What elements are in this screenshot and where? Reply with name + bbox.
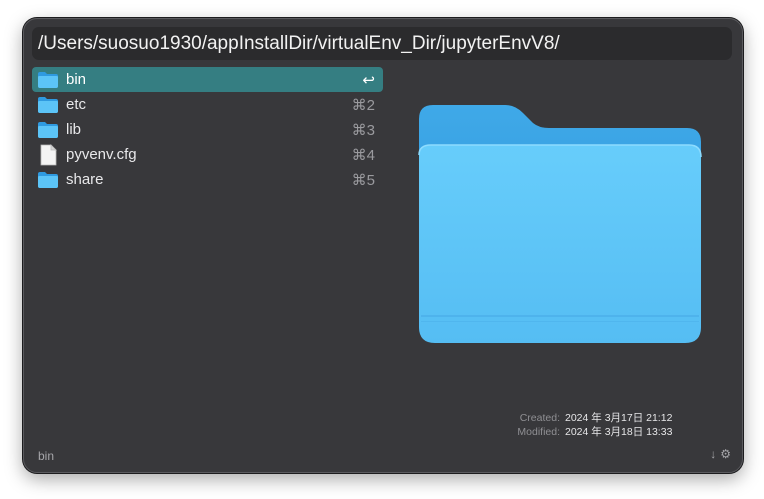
result-shortcut: ⌘4 [351, 146, 375, 164]
file-metadata: Created: 2024 年 3月17日 21:12 Modified: 20… [517, 411, 680, 439]
result-shortcut: ⌘2 [351, 96, 375, 114]
launcher-window: bin ↩ etc ⌘2 lib ⌘3 [23, 18, 743, 473]
result-row-pyvenv-cfg[interactable]: pyvenv.cfg ⌘4 [32, 142, 383, 167]
result-label: pyvenv.cfg [66, 146, 137, 163]
return-key-shortcut: ↩ [362, 71, 375, 89]
result-row-lib[interactable]: lib ⌘3 [32, 117, 383, 142]
folder-icon [37, 70, 59, 90]
folder-icon [37, 95, 59, 115]
result-row-etc[interactable]: etc ⌘2 [32, 92, 383, 117]
result-row-bin[interactable]: bin ↩ [32, 67, 383, 92]
folder-icon [37, 170, 59, 190]
document-icon [37, 143, 59, 165]
modified-row: Modified: 2024 年 3月18日 13:33 [517, 425, 680, 439]
result-label: share [66, 171, 104, 188]
gear-icon[interactable]: ⚙ [720, 447, 731, 461]
result-label: lib [66, 121, 82, 138]
created-value: 2024 年 3月17日 21:12 [565, 412, 673, 424]
sort-arrow-icon[interactable]: ↓ [710, 447, 716, 461]
footer-actions: ↓ ⚙ [710, 447, 731, 461]
result-list: bin ↩ etc ⌘2 lib ⌘3 pyvenv.cfg ⌘4 share … [32, 67, 383, 192]
search-bar[interactable] [32, 27, 732, 60]
selected-item-name: bin [38, 449, 55, 463]
result-shortcut: ⌘5 [351, 171, 375, 189]
result-shortcut: ⌘3 [351, 121, 375, 139]
result-label: etc [66, 96, 87, 113]
result-label: bin [66, 71, 87, 88]
modified-value: 2024 年 3月18日 13:33 [565, 426, 673, 438]
modified-label: Modified: [517, 426, 560, 438]
result-row-share[interactable]: share ⌘5 [32, 167, 383, 192]
created-row: Created: 2024 年 3月17日 21:12 [517, 411, 680, 425]
folder-icon [37, 120, 59, 140]
created-label: Created: [519, 412, 560, 424]
search-input[interactable] [38, 27, 726, 60]
large-folder-icon [417, 103, 703, 345]
